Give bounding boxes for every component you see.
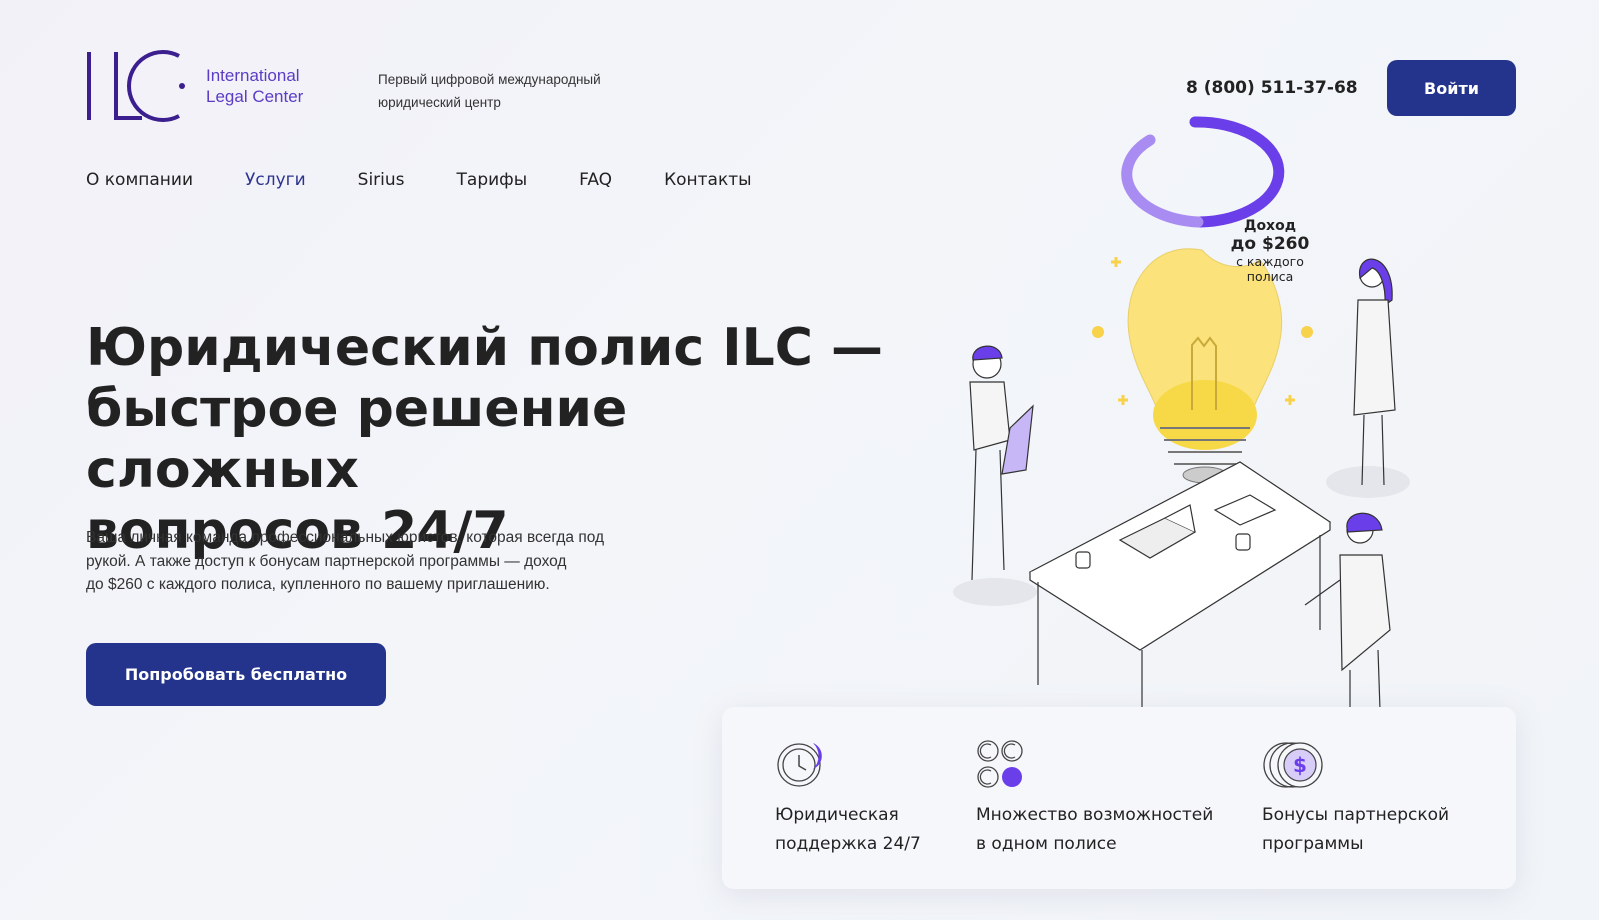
brand-name-line1: International (206, 66, 300, 85)
brand-name-line2: Legal Center (206, 87, 304, 106)
try-free-button[interactable]: Попробовать бесплатно (86, 643, 386, 706)
nav-item-sirius[interactable]: Sirius (358, 170, 405, 190)
clock-icon (777, 743, 822, 787)
income-amount: до $260 (1230, 234, 1310, 254)
hero-title-line2: быстрое решение сложных (86, 379, 628, 500)
hero-description: Ваша личная команда профессиональных юри… (86, 526, 686, 597)
logo[interactable]: International Legal Center (86, 50, 303, 122)
person-woman (1326, 258, 1410, 498)
login-button[interactable]: Войти (1387, 60, 1516, 116)
desk (1028, 461, 1332, 710)
income-line4: полиса (1246, 269, 1294, 284)
tagline: Первый цифровой международный юридически… (378, 68, 658, 114)
hero-illustration (953, 116, 1410, 710)
tagline-line1: Первый цифровой международный (378, 72, 601, 87)
income-line3: с каждого (1236, 254, 1304, 269)
brand-name: International Legal Center (206, 65, 303, 107)
options-grid-icon (977, 740, 1023, 788)
tagline-line2: юридический центр (378, 95, 501, 110)
income-line1: Доход (1243, 218, 1297, 234)
main-nav: О компании Услуги Sirius Тарифы FAQ Конт… (86, 170, 804, 190)
feature-bonus: $ Бонусы партнерской программы (1262, 739, 1449, 859)
nav-item-about[interactable]: О компании (86, 170, 193, 190)
feature-bonus-label: Бонусы партнерской программы (1262, 805, 1450, 854)
phone-link[interactable]: 8 (800) 511-37-68 (1186, 78, 1358, 98)
nav-item-services[interactable]: Услуги (245, 170, 306, 190)
ilc-logo-mark (87, 50, 185, 122)
dollar-coin-icon: $ (1263, 742, 1323, 788)
feature-options-label: Множество возможностей в одном полисе (976, 805, 1214, 854)
nav-item-tariffs[interactable]: Тарифы (457, 170, 528, 190)
hero-desc-line2: рукой. А также доступ к бонусам партнерс… (86, 552, 567, 570)
hero-title-line1: Юридический полис ILC — (86, 318, 884, 378)
nav-item-contacts[interactable]: Контакты (664, 170, 752, 190)
hero-desc-line3: до $260 с каждого полиса, купленного по … (86, 576, 550, 593)
income-badge: Доход до $260 с каждого полиса (1210, 218, 1330, 284)
feature-support-label: Юридическая поддержка 24/7 (775, 805, 921, 854)
feature-support: Юридическая поддержка 24/7 (775, 739, 921, 859)
nav-item-faq[interactable]: FAQ (579, 170, 612, 190)
person-left (953, 345, 1037, 606)
income-ring-icon (1121, 116, 1285, 228)
svg-text:$: $ (1293, 753, 1307, 777)
person-right (1304, 512, 1391, 710)
hero-desc-line1: Ваша личная команда профессиональных юри… (86, 529, 605, 546)
feature-options: Множество возможностей в одном полисе (976, 739, 1213, 859)
features-card: Юридическая поддержка 24/7 Множество воз… (722, 707, 1516, 889)
